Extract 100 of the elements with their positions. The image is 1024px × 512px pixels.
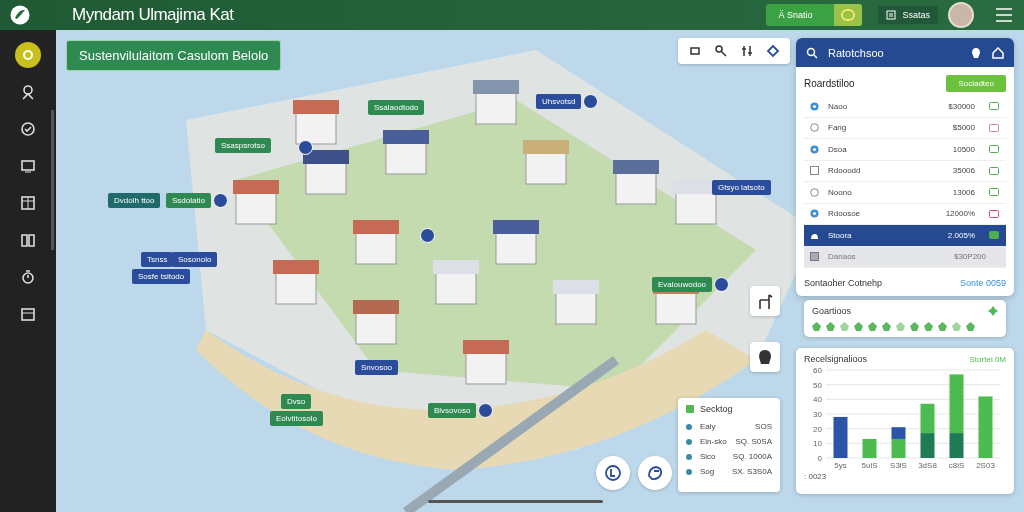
axis-tick-label: c8lS bbox=[948, 461, 965, 470]
panel-footer-text: Sontaoher Cotnehp bbox=[804, 278, 883, 288]
row-name: Stoora bbox=[828, 230, 853, 240]
axis-tick-label: 3dS8 bbox=[918, 461, 937, 470]
list-row[interactable]: Stoora 2.005% bbox=[804, 225, 1006, 247]
calendar-icon bbox=[20, 306, 36, 322]
radio-button[interactable] bbox=[810, 144, 819, 154]
l-circle-icon bbox=[604, 464, 622, 482]
legend-name: Ealy bbox=[700, 422, 717, 431]
legend-name: Sog bbox=[700, 467, 716, 476]
map-pin-label[interactable]: Eolvtitosolo bbox=[270, 411, 323, 426]
sliders-icon[interactable] bbox=[740, 44, 754, 58]
list-row[interactable]: Naoo $30000 bbox=[804, 96, 1006, 118]
map-pin-label[interactable]: Snvosoo bbox=[355, 360, 399, 375]
chart-footnote: : 0023 bbox=[804, 472, 828, 481]
axis-tick-label: 60 bbox=[813, 366, 822, 375]
map-title: Sustenvilulaitom Casulom Belolo bbox=[66, 40, 282, 71]
row-name: Rdooodd bbox=[828, 166, 862, 176]
row-name: Rdoosoe bbox=[828, 209, 862, 219]
account-label[interactable]: Ssatas bbox=[902, 10, 930, 20]
map-pin-label[interactable]: Ssalaodtodo bbox=[368, 100, 425, 115]
map-pin-label[interactable]: Sosonolo bbox=[172, 252, 218, 267]
legend-title: Secktog bbox=[700, 404, 733, 414]
map-pin-label[interactable]: Ssdolatio bbox=[166, 193, 211, 208]
home-icon[interactable] bbox=[992, 46, 1004, 59]
map-pin-label[interactable]: Uhsvotsd bbox=[536, 94, 582, 109]
map-pin-label[interactable]: Sosfe tsitodo bbox=[132, 269, 191, 284]
legend-dot bbox=[686, 453, 692, 460]
radio-button[interactable] bbox=[810, 123, 819, 133]
row-value: $5000 bbox=[951, 123, 975, 133]
row-value: $30P200 bbox=[952, 252, 986, 262]
list-row[interactable]: Noono 13006 bbox=[804, 182, 1006, 204]
footer-link[interactable]: Sonte 0059 bbox=[959, 278, 1006, 288]
legend-value: SOS bbox=[755, 422, 772, 431]
list-row[interactable]: Rdooodd 35006 bbox=[804, 160, 1006, 182]
legend-name: Eln-sko bbox=[700, 437, 728, 446]
check-circle-icon bbox=[20, 121, 36, 137]
leaf-logo-icon bbox=[10, 5, 30, 25]
diamond-icon[interactable] bbox=[766, 44, 780, 58]
chart-title: Recelsignalioos bbox=[804, 354, 868, 364]
toggle-switch[interactable] bbox=[834, 4, 863, 26]
radio-button[interactable] bbox=[810, 101, 819, 111]
row-name: Naoo bbox=[828, 101, 849, 111]
chart-bar bbox=[920, 433, 935, 458]
map-pin-label[interactable]: Tsnss bbox=[141, 252, 174, 267]
ring-icon bbox=[20, 47, 36, 63]
monitor-icon bbox=[20, 158, 36, 174]
map-pin-label[interactable]: Blvsovoso bbox=[428, 403, 477, 418]
row-value: 12000% bbox=[944, 209, 975, 219]
list-row[interactable]: Fang $5000 bbox=[804, 117, 1006, 139]
axis-tick-label: 30 bbox=[813, 410, 822, 419]
radio-button[interactable] bbox=[810, 209, 819, 219]
search-icon[interactable] bbox=[806, 46, 818, 59]
search-icon[interactable] bbox=[714, 44, 728, 58]
list-row[interactable]: Dsoa 10500 bbox=[804, 139, 1006, 161]
axis-tick-label: 10 bbox=[813, 439, 822, 449]
timer-icon bbox=[20, 269, 36, 285]
row-value: 2.005% bbox=[946, 230, 975, 240]
chart-tag: Stortel 0M bbox=[969, 354, 1006, 364]
checkbox[interactable] bbox=[810, 166, 819, 176]
row-value: $30000 bbox=[947, 101, 975, 111]
map-side-button[interactable] bbox=[750, 286, 780, 316]
frame-icon[interactable] bbox=[688, 44, 702, 58]
legend-dot bbox=[686, 438, 692, 445]
legend-value: SQ. S0SA bbox=[735, 437, 772, 446]
open-book-icon bbox=[20, 232, 36, 248]
map-pin-label[interactable]: Dvso bbox=[281, 394, 312, 409]
map-pin-label[interactable]: Ssaspsrotso bbox=[215, 138, 272, 153]
row-name: Danaos bbox=[828, 252, 857, 262]
square-icon bbox=[810, 252, 819, 262]
square-icon bbox=[686, 405, 694, 413]
avatar[interactable] bbox=[948, 2, 974, 28]
radio-button[interactable] bbox=[810, 187, 819, 197]
map-pin-label[interactable]: Gtsyo latsoto bbox=[712, 180, 771, 195]
document-icon bbox=[886, 10, 897, 20]
map-pin-label[interactable]: Evalouwodoo bbox=[652, 277, 713, 292]
row-name: Noono bbox=[828, 187, 853, 197]
sidebar-item[interactable] bbox=[15, 42, 41, 68]
card-title: Goartioos bbox=[812, 306, 852, 316]
menu-icon[interactable] bbox=[996, 8, 1012, 22]
axis-tick-label: 2S03 bbox=[976, 461, 995, 470]
app-title: Myndam Ulmajima Kat bbox=[72, 5, 235, 25]
sparkle-icon bbox=[988, 306, 998, 316]
axis-tick-label: 5ys bbox=[834, 461, 847, 470]
axis-tick-label: S3lS bbox=[890, 461, 907, 470]
axis-tick-label: 40 bbox=[813, 395, 822, 405]
legend-name: Sico bbox=[700, 452, 717, 461]
map-side-button[interactable] bbox=[750, 342, 780, 372]
panel-title: Ratotchsoo bbox=[828, 46, 885, 59]
map-pin-label[interactable]: Dvdolh ttoo bbox=[108, 193, 161, 208]
axis-tick-label: 0 bbox=[817, 454, 822, 463]
axis-tick-label: 5ulS bbox=[861, 461, 878, 470]
row-value: 13006 bbox=[951, 187, 975, 197]
section-heading: Roardstiloo bbox=[804, 78, 855, 89]
chart-bar bbox=[862, 438, 877, 458]
row-value: 35006 bbox=[951, 166, 975, 176]
legend-value: SX. S3S0A bbox=[731, 467, 772, 476]
chair-icon bbox=[756, 292, 774, 310]
axis-tick-label: 50 bbox=[813, 380, 822, 390]
legend-dot bbox=[686, 468, 692, 475]
